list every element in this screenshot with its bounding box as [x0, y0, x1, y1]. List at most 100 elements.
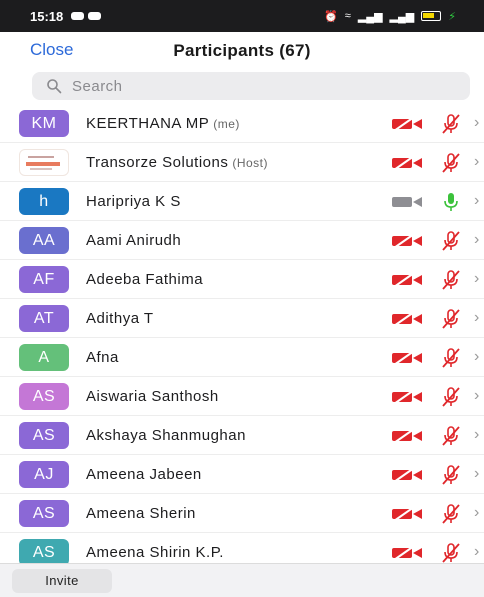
video-off-icon[interactable] [390, 467, 424, 483]
participant-name-text: Aami Anirudh [86, 231, 182, 249]
wifi-icon: ≈ [344, 10, 351, 22]
avatar: AF [19, 266, 69, 293]
video-on-icon[interactable] [390, 194, 424, 210]
avatar: AT [19, 305, 69, 332]
participant-name: Ameena Shirin K.P. [86, 544, 224, 561]
search-icon [47, 79, 62, 94]
participants-header: Close Participants (67) [0, 32, 484, 70]
participant-row[interactable]: h Haripriya K S › [0, 182, 484, 221]
mic-on-icon[interactable] [440, 191, 462, 213]
chevron-right-icon[interactable]: › [474, 348, 479, 366]
participant-name-text: Aiswaria Santhosh [86, 387, 219, 405]
video-call-icon [88, 12, 102, 20]
participant-name: Adithya T [86, 310, 154, 327]
search-input[interactable] [72, 77, 432, 95]
mic-muted-icon[interactable] [440, 464, 462, 486]
avatar: AS [19, 500, 69, 527]
participant-name-text: Haripriya K S [86, 192, 181, 210]
signal-icon: ▂▄▆ [357, 10, 383, 23]
video-off-icon[interactable] [390, 389, 424, 405]
participant-name-text: Transorze Solutions [86, 153, 229, 171]
participant-name-text: Ameena Sherin [86, 504, 196, 522]
participant-name: Ameena Sherin [86, 505, 196, 522]
mic-muted-icon[interactable] [440, 542, 462, 564]
participant-name-text: Ameena Jabeen [86, 465, 202, 483]
page-title: Participants (67) [173, 41, 311, 60]
mic-muted-icon[interactable] [440, 269, 462, 291]
participant-list: KM KEERTHANA MP (me) › Transorze Solutions (H… [0, 104, 484, 572]
participant-row[interactable]: Transorze Solutions (Host) › [0, 143, 484, 182]
participant-name-text: Adithya T [86, 309, 154, 327]
participant-name-text: Akshaya Shanmughan [86, 426, 246, 444]
participant-name-text: Adeeba Fathima [86, 270, 204, 288]
avatar: A [19, 344, 69, 371]
mic-muted-icon[interactable] [440, 113, 462, 135]
avatar: AJ [19, 461, 69, 488]
participant-name: KEERTHANA MP (me) [86, 115, 240, 132]
chevron-right-icon[interactable]: › [474, 543, 479, 561]
participant-name-text: Afna [86, 348, 119, 366]
alarm-icon: ⏰ [324, 10, 338, 23]
avatar: AS [19, 383, 69, 410]
mic-muted-icon[interactable] [440, 230, 462, 252]
participant-role: (Host) [232, 155, 269, 170]
close-button[interactable]: Close [30, 40, 73, 60]
participant-name: Adeeba Fathima [86, 271, 203, 288]
participant-row[interactable]: AS Ameena Sherin › [0, 494, 484, 533]
chevron-right-icon[interactable]: › [474, 270, 479, 288]
chevron-right-icon[interactable]: › [474, 387, 479, 405]
participant-name: Haripriya K S [86, 193, 181, 210]
mic-muted-icon[interactable] [440, 308, 462, 330]
participant-role: (me) [213, 116, 240, 131]
video-off-icon[interactable] [390, 272, 424, 288]
participant-name: Aiswaria Santhosh [86, 388, 219, 405]
chevron-right-icon[interactable]: › [474, 465, 479, 483]
chevron-right-icon[interactable]: › [474, 153, 479, 171]
video-off-icon[interactable] [390, 506, 424, 522]
mic-muted-icon[interactable] [440, 152, 462, 174]
video-off-icon[interactable] [390, 233, 424, 249]
video-off-icon[interactable] [390, 116, 424, 132]
participant-row[interactable]: AF Adeeba Fathima › [0, 260, 484, 299]
avatar: AS [19, 539, 69, 566]
footer-bar: Invite [0, 563, 484, 597]
battery-icon [421, 11, 442, 21]
participant-row[interactable]: KM KEERTHANA MP (me) › [0, 104, 484, 143]
avatar [19, 149, 69, 176]
video-off-icon[interactable] [390, 155, 424, 171]
charging-icon: ⚡ [448, 10, 456, 23]
participant-name: Aami Anirudh [86, 232, 181, 249]
mic-muted-icon[interactable] [440, 503, 462, 525]
mic-muted-icon[interactable] [440, 425, 462, 447]
chevron-right-icon[interactable]: › [474, 114, 479, 132]
invite-button[interactable]: Invite [12, 569, 112, 593]
participant-row[interactable]: A Afna › [0, 338, 484, 377]
avatar: KM [19, 110, 69, 137]
participant-name: Afna [86, 349, 119, 366]
chevron-right-icon[interactable]: › [474, 231, 479, 249]
mic-muted-icon[interactable] [440, 347, 462, 369]
participant-name: Akshaya Shanmughan [86, 427, 246, 444]
signal-icon-2: ▂▄▆ [389, 10, 415, 23]
avatar: AA [19, 227, 69, 254]
participant-row[interactable]: AS Akshaya Shanmughan › [0, 416, 484, 455]
chevron-right-icon[interactable]: › [474, 504, 479, 522]
chevron-right-icon[interactable]: › [474, 192, 479, 210]
status-time: 15:18 [30, 8, 64, 24]
participant-name: Transorze Solutions (Host) [86, 154, 268, 171]
search-bar[interactable] [32, 72, 470, 100]
participant-row[interactable]: AS Aiswaria Santhosh › [0, 377, 484, 416]
video-off-icon[interactable] [390, 545, 424, 561]
video-off-icon[interactable] [390, 311, 424, 327]
participant-row[interactable]: AJ Ameena Jabeen › [0, 455, 484, 494]
chevron-right-icon[interactable]: › [474, 426, 479, 444]
video-off-icon[interactable] [390, 350, 424, 366]
participant-row[interactable]: AT Adithya T › [0, 299, 484, 338]
chevron-right-icon[interactable]: › [474, 309, 479, 327]
status-bar: 15:18 ⏰ ≈ ▂▄▆ ▂▄▆ ⚡ [0, 0, 484, 32]
mic-muted-icon[interactable] [440, 386, 462, 408]
participant-name: Ameena Jabeen [86, 466, 202, 483]
participant-name-text: Ameena Shirin K.P. [86, 543, 224, 561]
participant-row[interactable]: AA Aami Anirudh › [0, 221, 484, 260]
video-off-icon[interactable] [390, 428, 424, 444]
